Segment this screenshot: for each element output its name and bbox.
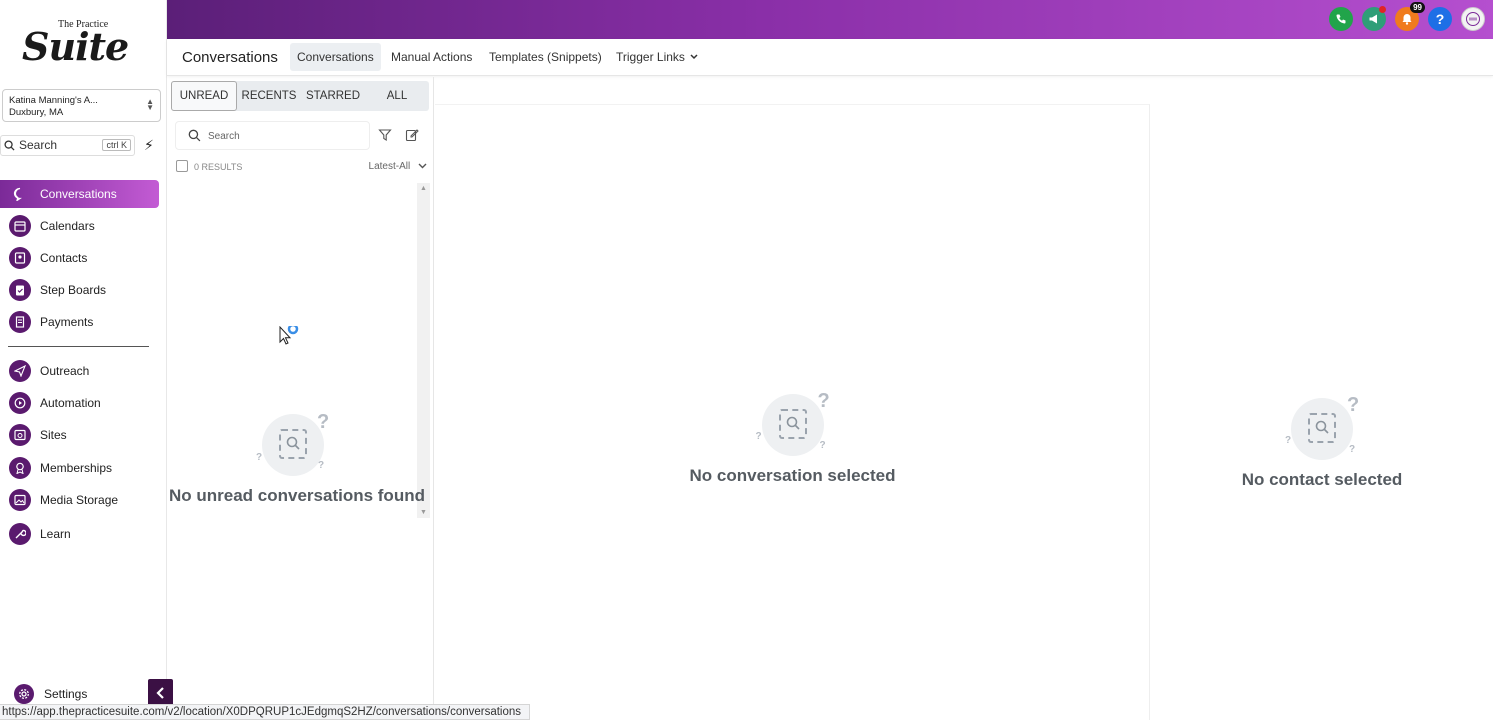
- page-title: Conversations: [182, 49, 278, 66]
- sidebar-item-calendars[interactable]: Calendars: [0, 212, 159, 240]
- chat-icon: [9, 183, 31, 205]
- scroll-up-icon[interactable]: ▲: [420, 185, 427, 192]
- results-row: 0 RESULTS Latest-All: [175, 159, 427, 175]
- gear-icon: [14, 684, 34, 704]
- sidebar-item-label: Contacts: [40, 251, 88, 265]
- conversation-empty-text: No conversation selected: [689, 466, 896, 485]
- tab-recents[interactable]: RECENTS: [237, 81, 301, 111]
- sidebar-item-settings[interactable]: Settings: [14, 684, 87, 704]
- chevron-down-icon: [690, 54, 698, 60]
- search-icon: [188, 129, 201, 142]
- notification-badge: 99: [1410, 2, 1425, 13]
- results-count: 0 RESULTS: [194, 162, 243, 172]
- page-header: Conversations Conversations Manual Actio…: [167, 39, 1493, 76]
- calendar-icon: [9, 215, 31, 237]
- clipboard-icon: [9, 279, 31, 301]
- select-all-checkbox[interactable]: [176, 160, 188, 172]
- chevron-updown-icon: ▲ ▼: [146, 97, 154, 112]
- contacts-icon: [9, 247, 31, 269]
- filter-tabs: UNREAD RECENTS STARRED ALL: [171, 81, 429, 111]
- tab-all[interactable]: ALL: [365, 81, 429, 111]
- tab-trigger-links[interactable]: Trigger Links: [609, 43, 705, 71]
- compose-icon[interactable]: [405, 128, 419, 142]
- search-shortcut: ctrl K: [102, 139, 131, 151]
- mouse-cursor-icon: [279, 323, 303, 353]
- sidebar-item-label: Calendars: [40, 219, 95, 233]
- contact-empty-text: No contact selected: [1241, 470, 1403, 489]
- play-circle-icon: [9, 392, 31, 414]
- help-icon[interactable]: ?: [1428, 7, 1452, 31]
- sidebar-item-conversations[interactable]: Conversations: [0, 180, 159, 208]
- sidebar: The Practice Suite Katina Manning's A...…: [0, 0, 167, 720]
- phone-icon[interactable]: [1329, 7, 1353, 31]
- filter-icon[interactable]: [378, 128, 392, 142]
- chevron-left-icon: [155, 687, 164, 699]
- tab-label: Trigger Links: [616, 50, 685, 64]
- scroll-down-icon[interactable]: ▼: [420, 509, 427, 516]
- tab-manual-actions[interactable]: Manual Actions: [384, 43, 479, 71]
- search-icon: [4, 140, 15, 151]
- brand-logo[interactable]: The Practice Suite: [22, 14, 142, 78]
- sidebar-item-media-storage[interactable]: Media Storage: [0, 486, 159, 514]
- sort-dropdown[interactable]: Latest-All: [369, 161, 427, 172]
- sidebar-item-memberships[interactable]: Memberships: [0, 454, 159, 482]
- send-icon: [9, 360, 31, 382]
- empty-search-icon: ? ? ?: [1285, 394, 1359, 460]
- chevron-down-icon: [418, 163, 427, 169]
- tab-starred[interactable]: STARRED: [301, 81, 365, 111]
- avatar[interactable]: [1461, 7, 1485, 31]
- conversation-list-panel: UNREAD RECENTS STARRED ALL Search 0 RESU…: [167, 77, 434, 720]
- sidebar-item-label: Outreach: [40, 364, 90, 378]
- browser-icon: [9, 424, 31, 446]
- sidebar-divider: [8, 346, 149, 347]
- conversation-search-input[interactable]: Search: [175, 121, 370, 150]
- help-label: ?: [1435, 11, 1445, 27]
- sidebar-search[interactable]: Search ctrl K: [0, 135, 135, 156]
- sidebar-item-payments[interactable]: Payments: [0, 308, 159, 336]
- location-switcher[interactable]: Katina Manning's A... Duxbury, MA ▲ ▼: [2, 89, 161, 122]
- sidebar-item-sites[interactable]: Sites: [0, 421, 159, 449]
- sidebar-item-label: Automation: [40, 396, 101, 410]
- empty-search-icon: ? ? ?: [756, 390, 830, 456]
- wrench-icon: [9, 523, 31, 545]
- sidebar-item-step-boards[interactable]: Step Boards: [0, 276, 159, 304]
- list-empty-text: No unread conversations found: [169, 486, 425, 505]
- list-scrollbar[interactable]: ▲ ▼: [417, 183, 430, 518]
- search-placeholder: Search: [208, 131, 240, 142]
- badge-icon: [9, 457, 31, 479]
- conversation-panel: ? ? ? No conversation selected: [435, 104, 1150, 720]
- sidebar-item-label: Memberships: [40, 461, 113, 475]
- top-bar: 99 ?: [167, 0, 1493, 39]
- image-icon: [9, 489, 31, 511]
- sidebar-item-contacts[interactable]: Contacts: [0, 244, 159, 272]
- sidebar-item-learn[interactable]: Learn: [0, 520, 159, 548]
- sidebar-item-automation[interactable]: Automation: [0, 389, 159, 417]
- sidebar-item-label: Learn: [40, 527, 71, 541]
- sidebar-item-label: Payments: [40, 315, 94, 329]
- tab-conversations[interactable]: Conversations: [290, 43, 381, 71]
- location-city: Duxbury, MA: [9, 107, 64, 118]
- sidebar-item-label: Settings: [44, 687, 88, 701]
- status-url-bar: https://app.thepracticesuite.com/v2/loca…: [0, 704, 531, 720]
- sidebar-item-label: Media Storage: [40, 493, 119, 507]
- contact-empty-state: ? ? ? No contact selected: [1151, 394, 1493, 490]
- conversation-empty-state: ? ? ? No conversation selected: [435, 390, 1150, 486]
- tab-templates[interactable]: Templates (Snippets): [482, 43, 609, 71]
- sidebar-search-label: Search: [19, 138, 58, 152]
- lightning-icon[interactable]: ⚡︎: [144, 137, 154, 154]
- sidebar-item-label: Step Boards: [40, 283, 107, 297]
- unread-dot: [1379, 6, 1386, 13]
- location-name: Katina Manning's A...: [9, 95, 98, 106]
- tab-unread[interactable]: UNREAD: [171, 81, 237, 111]
- sidebar-item-label: Conversations: [40, 187, 117, 201]
- sidebar-item-outreach[interactable]: Outreach: [0, 357, 159, 385]
- bell-icon[interactable]: 99: [1395, 2, 1425, 31]
- receipt-icon: [9, 311, 31, 333]
- list-empty-state: ? ? ? No unread conversations found: [169, 411, 425, 506]
- sort-label: Latest-All: [368, 161, 411, 172]
- empty-search-icon: ? ? ?: [256, 411, 329, 476]
- sidebar-item-label: Sites: [40, 428, 67, 442]
- logo-big-text: Suite: [22, 24, 129, 69]
- megaphone-icon[interactable]: [1362, 6, 1386, 31]
